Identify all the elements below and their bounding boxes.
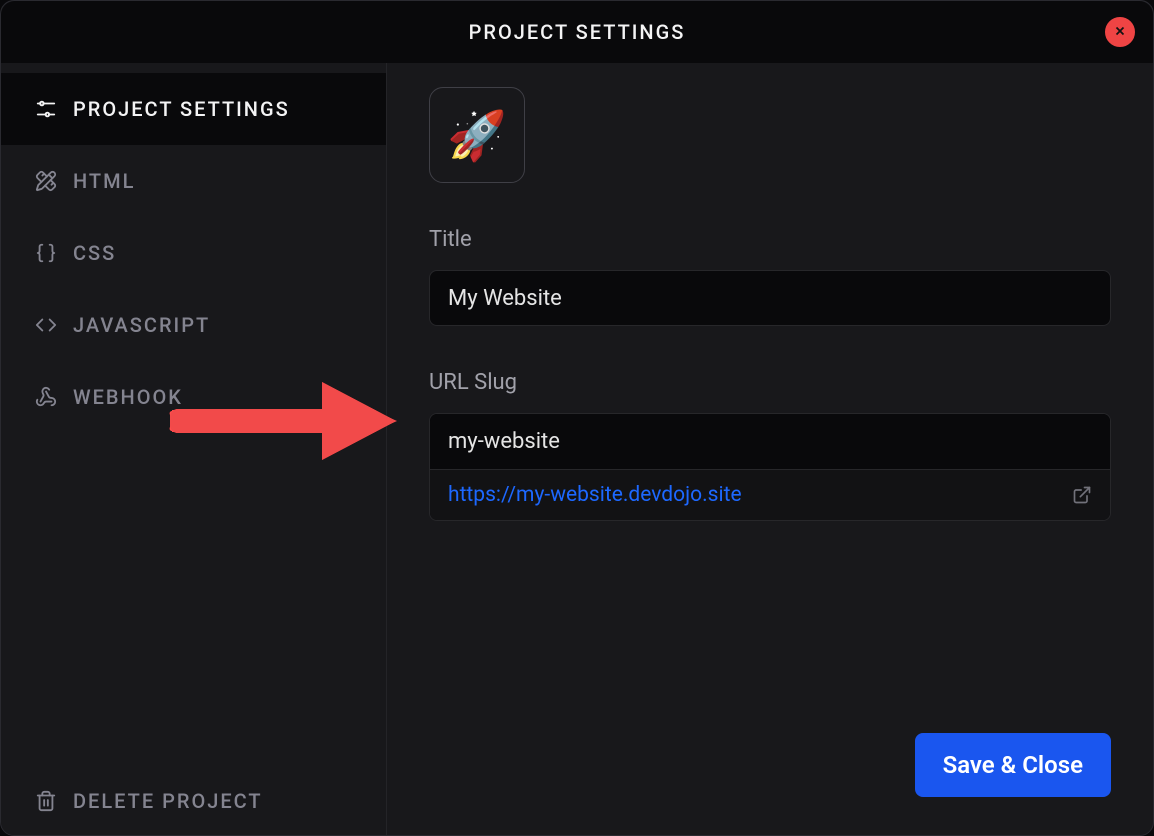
sidebar-item-label: PROJECT SETTINGS <box>73 97 290 121</box>
url-slug-label: URL Slug <box>429 370 1111 395</box>
settings-content: 🚀 Title URL Slug https://my-website.devd… <box>387 63 1153 836</box>
sidebar-item-javascript[interactable]: JAVASCRIPT <box>1 289 386 361</box>
sidebar-item-label: CSS <box>73 241 116 265</box>
modal-title: PROJECT SETTINGS <box>469 20 686 44</box>
sidebar-item-label: HTML <box>73 169 135 193</box>
title-input[interactable] <box>429 270 1111 326</box>
sidebar-spacer <box>1 433 386 765</box>
sidebar-item-css[interactable]: CSS <box>1 217 386 289</box>
close-icon <box>1113 23 1127 42</box>
pencil-ruler-icon <box>35 170 57 192</box>
url-slug-group: https://my-website.devdojo.site <box>429 413 1111 521</box>
sidebar-item-project-settings[interactable]: PROJECT SETTINGS <box>1 73 386 145</box>
braces-icon <box>35 242 57 264</box>
project-icon-picker[interactable]: 🚀 <box>429 87 525 183</box>
external-link-icon[interactable] <box>1072 485 1092 505</box>
url-slug-input[interactable] <box>430 414 1110 470</box>
preview-url-row: https://my-website.devdojo.site <box>430 470 1110 520</box>
modal-body: PROJECT SETTINGS HTML CSS JAVASCRIPT <box>1 63 1153 836</box>
close-button[interactable] <box>1105 17 1135 47</box>
preview-url-link[interactable]: https://my-website.devdojo.site <box>448 483 742 507</box>
code-icon <box>35 314 57 336</box>
title-label: Title <box>429 227 1111 252</box>
project-settings-modal: PROJECT SETTINGS PROJECT SETTINGS HTML <box>0 0 1154 836</box>
modal-header: PROJECT SETTINGS <box>1 1 1153 63</box>
webhook-icon <box>35 386 57 408</box>
save-and-close-button[interactable]: Save & Close <box>915 733 1111 797</box>
rocket-icon: 🚀 <box>447 107 507 164</box>
sidebar-item-label: JAVASCRIPT <box>73 313 210 337</box>
sidebar-item-html[interactable]: HTML <box>1 145 386 217</box>
delete-project-label: DELETE PROJECT <box>73 789 263 813</box>
delete-project-button[interactable]: DELETE PROJECT <box>1 765 386 836</box>
trash-icon <box>35 790 57 812</box>
sidebar-item-webhook[interactable]: WEBHOOK <box>1 361 386 433</box>
sidebar-item-label: WEBHOOK <box>73 385 183 409</box>
settings-sidebar: PROJECT SETTINGS HTML CSS JAVASCRIPT <box>1 63 387 836</box>
sliders-icon <box>35 98 57 120</box>
